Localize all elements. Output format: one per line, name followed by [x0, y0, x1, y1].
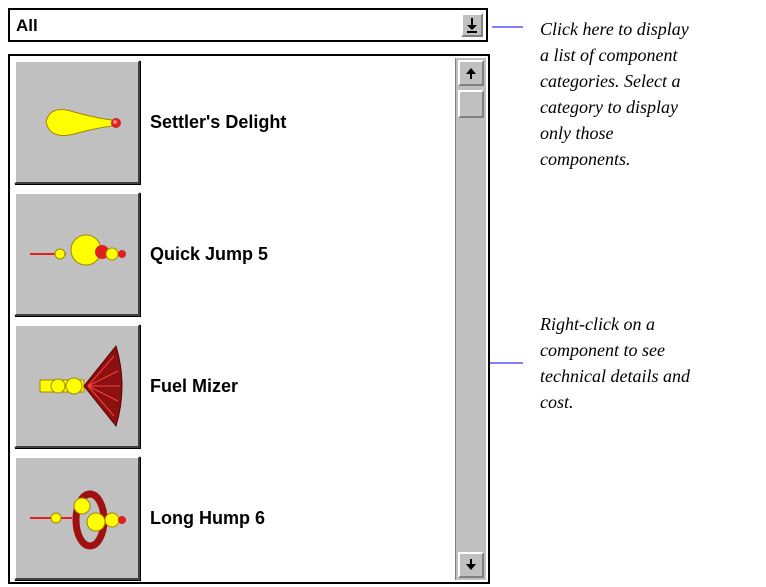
component-name: Fuel Mizer — [150, 376, 239, 396]
list-item-quick-jump-5[interactable]: Quick Jump 5 — [14, 192, 454, 320]
scroll-up-button[interactable] — [458, 60, 484, 86]
component-thumb-button[interactable] — [14, 324, 140, 448]
arrow-up-icon — [466, 68, 476, 79]
engine-long-hump-icon — [30, 490, 126, 550]
scroll-down-button[interactable] — [458, 552, 484, 578]
component-thumb-button[interactable] — [14, 60, 140, 184]
callout-line: technical details and — [540, 366, 690, 386]
callout-line: components. — [540, 149, 631, 169]
list-item-fuel-mizer[interactable]: Fuel Mizer — [14, 324, 454, 452]
category-dropdown[interactable]: All — [8, 8, 488, 42]
scroll-thumb[interactable] — [458, 90, 484, 118]
rightclick-help-callout: Right-click on a component to see techni… — [540, 311, 690, 415]
callout-line: component to see — [540, 340, 665, 360]
callout-line: only those — [540, 123, 614, 143]
callout-line: Right-click on a — [540, 314, 655, 334]
dropdown-help-callout: Click here to display a list of componen… — [540, 16, 689, 172]
component-thumb-button[interactable] — [14, 192, 140, 316]
list-item-settlers-delight[interactable]: Settler's Delight — [14, 60, 454, 188]
callout-line: cost. — [540, 392, 574, 412]
callout-line: category to display — [540, 97, 678, 117]
engine-fuel-mizer-icon — [39, 344, 123, 428]
vertical-scrollbar[interactable] — [455, 58, 486, 580]
category-dropdown-value: All — [16, 16, 38, 35]
component-name: Quick Jump 5 — [150, 244, 269, 264]
component-list[interactable]: Settler's Delight Quick Jump 5 Fuel Mize… — [8, 54, 490, 584]
callout-line: Click here to display — [540, 19, 689, 39]
component-thumb-button[interactable] — [14, 456, 140, 580]
list-item-long-hump-6[interactable]: Long Hump 6 — [14, 456, 454, 582]
arrow-down-icon — [466, 559, 476, 570]
component-name: Long Hump 6 — [150, 508, 265, 528]
component-name: Settler's Delight — [150, 112, 287, 132]
engine-settlers-delight-icon — [45, 109, 121, 136]
arrow-down-icon — [467, 18, 477, 33]
callout-line: a list of component — [540, 45, 678, 65]
dropdown-arrow-button[interactable] — [461, 13, 483, 37]
engine-quick-jump-icon — [30, 234, 126, 266]
callout-line: categories. Select a — [540, 71, 681, 91]
